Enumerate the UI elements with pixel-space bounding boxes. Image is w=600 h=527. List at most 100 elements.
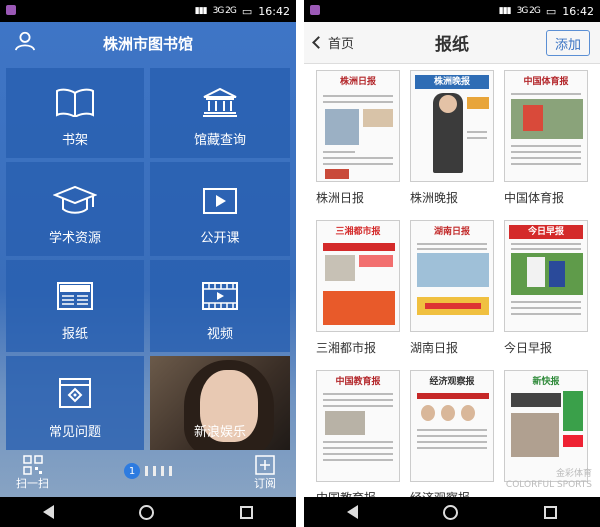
signal-icon: ▮▮▮ bbox=[498, 6, 512, 16]
tile-label: 常见问题 bbox=[48, 425, 101, 440]
watermark: 金彩体育 COLORFUL SPORTS bbox=[506, 469, 592, 491]
newspaper-cover: 湖南日报 bbox=[410, 220, 494, 332]
notification-app-icon bbox=[310, 5, 320, 15]
newspaper-item[interactable]: 中国教育报 中国教育报 bbox=[316, 370, 400, 506]
tile-catalog-search[interactable]: 馆藏查询 bbox=[150, 68, 290, 158]
tile-open-course[interactable]: 公开课 bbox=[150, 162, 290, 256]
page-indicator-dot bbox=[145, 466, 148, 476]
watermark-line: COLORFUL SPORTS bbox=[505, 480, 592, 490]
page-indicator-current: 1 bbox=[124, 463, 140, 479]
newspaper-icon bbox=[57, 282, 93, 310]
newspaper-cover: 中国教育报 bbox=[316, 370, 400, 482]
tile-sina-entertainment[interactable]: 新浪娱乐 bbox=[150, 356, 290, 450]
watermark-line: 金彩体育 bbox=[555, 469, 592, 479]
tile-faq[interactable]: 常见问题 bbox=[6, 356, 144, 450]
system-nav-bar bbox=[0, 497, 296, 527]
newspapers-screen: ▮▮▮ 3G 2G ▭ 16:42 首页 报纸 添加 株洲日报 株洲日报 株洲晚… bbox=[304, 0, 600, 527]
tile-bookshelf[interactable]: 书架 bbox=[6, 68, 144, 158]
user-profile-icon[interactable] bbox=[14, 30, 36, 52]
newspaper-masthead: 经济观察报 bbox=[429, 377, 475, 387]
newspaper-item[interactable]: 湖南日报 湖南日报 bbox=[410, 220, 494, 356]
newspaper-item[interactable]: 株洲晚报 株洲晚报 bbox=[410, 70, 494, 206]
network-type-label: 3G 2G bbox=[516, 6, 541, 16]
library-app-screen: ▮▮▮ 3G 2G ▭ 16:42 株洲市图书馆 书架 馆藏查询 学术资源 公开… bbox=[0, 0, 296, 527]
qr-code-icon bbox=[22, 455, 43, 475]
tile-label: 报纸 bbox=[61, 327, 88, 342]
system-nav-bar bbox=[304, 497, 600, 527]
newspaper-cover: 三湘都市报 bbox=[316, 220, 400, 332]
newspaper-cover: 经济观察报 bbox=[410, 370, 494, 482]
tile-label: 新浪娱乐 bbox=[193, 425, 246, 440]
tile-label: 公开课 bbox=[200, 231, 240, 246]
status-bar: ▮▮▮ 3G 2G ▭ 16:42 bbox=[0, 0, 296, 22]
nav-home-icon[interactable] bbox=[139, 504, 155, 520]
newspaper-cover: 新快报 bbox=[504, 370, 588, 482]
newspaper-item[interactable]: 经济观察报 经济观察报 bbox=[410, 370, 494, 506]
nav-back-icon[interactable] bbox=[346, 505, 358, 519]
app-header: 株洲市图书馆 bbox=[0, 22, 296, 64]
scan-label: 扫一扫 bbox=[16, 477, 49, 490]
nav-home-icon[interactable] bbox=[443, 504, 459, 520]
newspaper-name: 湖南日报 bbox=[410, 341, 459, 355]
graduation-cap-icon bbox=[53, 185, 97, 214]
newspaper-name: 三湘都市报 bbox=[316, 341, 377, 355]
page-indicator-dot bbox=[161, 466, 164, 476]
screenshot-root: ▮▮▮ 3G 2G ▭ 16:42 株洲市图书馆 书架 馆藏查询 学术资源 公开… bbox=[0, 0, 600, 527]
tile-label: 学术资源 bbox=[48, 231, 101, 246]
newspaper-cover: 今日早报 bbox=[504, 220, 588, 332]
app-title: 株洲市图书馆 bbox=[102, 34, 193, 53]
page-title: 报纸 bbox=[435, 35, 469, 55]
status-bar: ▮▮▮ 3G 2G ▭ 16:42 bbox=[304, 0, 600, 22]
plus-square-icon bbox=[255, 455, 275, 475]
network-type-label: 3G 2G bbox=[212, 6, 237, 16]
newspaper-masthead: 株洲晚报 bbox=[415, 75, 489, 89]
newspaper-masthead: 中国体育报 bbox=[523, 77, 569, 87]
tile-label: 馆藏查询 bbox=[193, 133, 246, 148]
page-indicator[interactable]: 1 bbox=[124, 463, 172, 479]
library-building-icon bbox=[203, 87, 237, 117]
newspaper-name: 株洲日报 bbox=[316, 191, 365, 205]
subscribe-label: 订阅 bbox=[254, 477, 276, 490]
video-play-icon bbox=[203, 188, 237, 214]
newspaper-masthead: 三湘都市报 bbox=[335, 227, 381, 237]
tile-video[interactable]: 视频 bbox=[150, 260, 290, 352]
newspaper-name: 今日早报 bbox=[504, 341, 553, 355]
status-time: 16:42 bbox=[258, 4, 290, 18]
newspaper-masthead: 中国教育报 bbox=[335, 377, 381, 387]
newspaper-item[interactable]: 中国体育报 中国体育报 bbox=[504, 70, 588, 206]
page-header: 首页 报纸 添加 bbox=[304, 22, 600, 64]
newspaper-masthead: 湖南日报 bbox=[433, 227, 470, 237]
newspaper-name: 中国体育报 bbox=[504, 191, 565, 205]
page-indicator-dot bbox=[169, 466, 172, 476]
page-indicator-dot bbox=[153, 466, 156, 476]
nav-recent-apps-icon[interactable] bbox=[240, 505, 254, 519]
battery-icon: ▭ bbox=[545, 4, 557, 18]
notification-app-icon bbox=[6, 5, 16, 15]
battery-icon: ▭ bbox=[241, 4, 253, 18]
tile-academic-resources[interactable]: 学术资源 bbox=[6, 162, 144, 256]
faq-icon bbox=[59, 378, 91, 408]
back-label: 首页 bbox=[328, 37, 355, 52]
nav-recent-apps-icon[interactable] bbox=[544, 505, 558, 519]
status-time: 16:42 bbox=[562, 4, 594, 18]
newspaper-name: 株洲晚报 bbox=[410, 191, 459, 205]
film-icon bbox=[202, 282, 238, 310]
newspaper-masthead: 新快报 bbox=[532, 377, 560, 387]
nav-back-icon[interactable] bbox=[42, 505, 54, 519]
scan-button[interactable]: 扫一扫 bbox=[16, 455, 49, 491]
back-button[interactable]: 首页 bbox=[312, 33, 355, 52]
newspaper-item[interactable]: 今日早报 今日早报 bbox=[504, 220, 588, 356]
add-button[interactable]: 添加 bbox=[546, 30, 590, 56]
newspaper-cover: 中国体育报 bbox=[504, 70, 588, 182]
newspaper-masthead: 今日早报 bbox=[509, 225, 583, 239]
tile-newspapers[interactable]: 报纸 bbox=[6, 260, 144, 352]
newspaper-item[interactable]: 三湘都市报 三湘都市报 bbox=[316, 220, 400, 356]
newspaper-item[interactable]: 株洲日报 株洲日报 bbox=[316, 70, 400, 206]
newspaper-cover: 株洲日报 bbox=[316, 70, 400, 182]
tile-label: 书架 bbox=[61, 133, 88, 148]
signal-icon: ▮▮▮ bbox=[194, 6, 208, 16]
subscribe-button[interactable]: 订阅 bbox=[254, 455, 276, 491]
newspaper-masthead: 株洲日报 bbox=[339, 77, 376, 87]
book-icon bbox=[56, 88, 94, 117]
bottom-toolbar: 扫一扫 1 订阅 bbox=[0, 449, 296, 497]
